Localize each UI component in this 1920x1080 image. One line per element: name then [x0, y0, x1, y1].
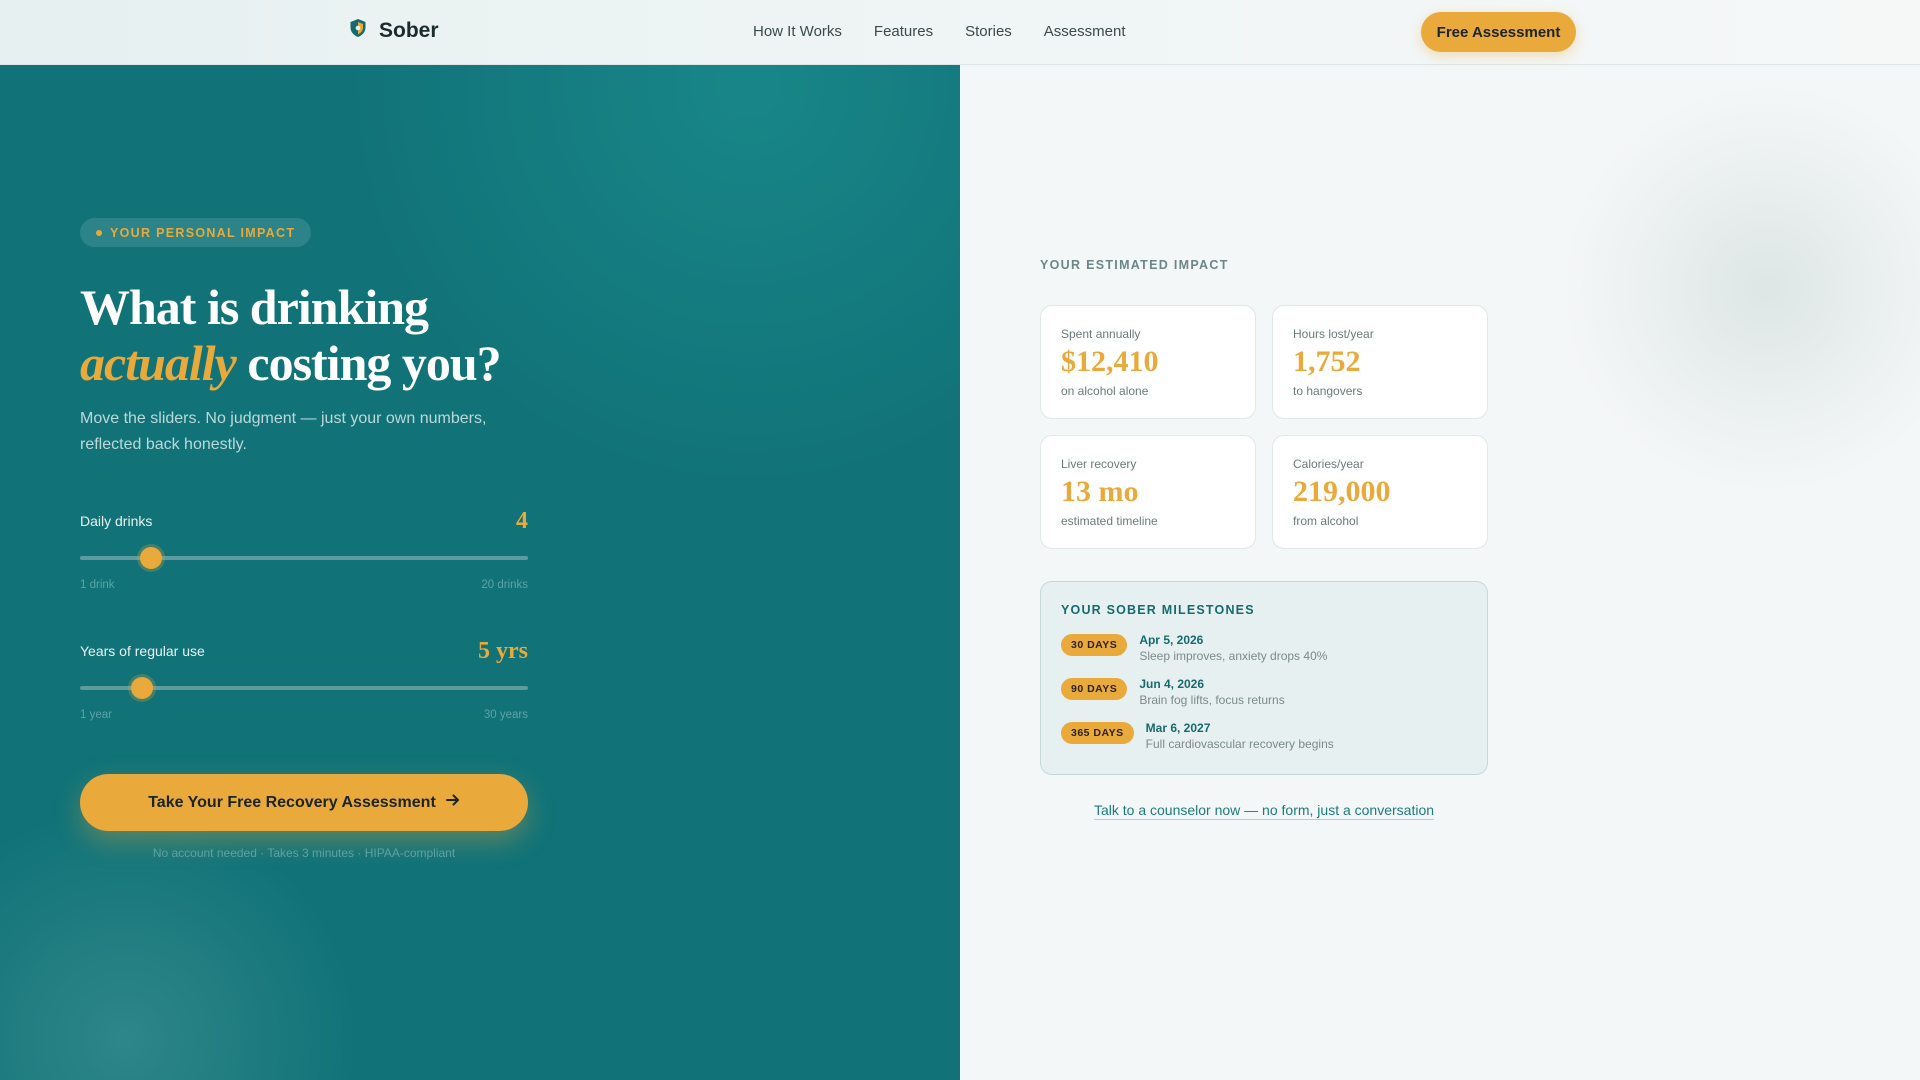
arrow-right-icon [445, 793, 460, 812]
free-assessment-button[interactable]: Free Assessment [1421, 12, 1576, 52]
stat-card-liver: Liver recovery 13 mo estimated timeline [1040, 435, 1256, 549]
stat-caption: on alcohol alone [1061, 384, 1149, 398]
stat-label: Liver recovery [1061, 457, 1137, 471]
milestone-date: Apr 5, 2026 [1139, 633, 1204, 647]
milestone-desc: Sleep improves, anxiety drops 40% [1139, 649, 1328, 663]
stat-value: 219,000 [1293, 475, 1391, 508]
stat-caption: from alcohol [1293, 514, 1359, 528]
headline-rest: costing you? [247, 335, 501, 391]
hero-panel: YOUR PERSONAL IMPACT What is drinking ac… [0, 65, 960, 1080]
milestone-date: Jun 4, 2026 [1139, 677, 1205, 691]
counselor-link-wrap: Talk to a counselor now — no form, just … [1040, 802, 1488, 820]
milestone-item: 365 DAYS Mar 6, 2027 Full cardiovascular… [1061, 720, 1334, 752]
stat-card-hours: Hours lost/year 1,752 to hangovers [1272, 305, 1488, 419]
slider-value: 4 [516, 508, 528, 534]
stat-label: Calories/year [1293, 457, 1364, 471]
nav-link-assessment[interactable]: Assessment [1044, 23, 1126, 40]
stat-card-spent: Spent annually $12,410 on alcohol alone [1040, 305, 1256, 419]
milestone-badge: 30 DAYS [1061, 634, 1128, 656]
slider-min-label: 1 drink [80, 579, 115, 591]
nav-link-stories[interactable]: Stories [965, 23, 1012, 40]
stat-label: Hours lost/year [1293, 327, 1374, 341]
brand-name: Sober [379, 18, 439, 42]
milestone-desc: Full cardiovascular recovery begins [1145, 737, 1334, 751]
impact-panel: YOUR ESTIMATED IMPACT Spent annually $12… [960, 65, 1920, 1080]
dot-icon [96, 229, 102, 236]
nav-link-how-it-works[interactable]: How It Works [753, 23, 842, 40]
page-title: What is drinking actually costing you? [80, 279, 502, 391]
stat-caption: estimated timeline [1061, 514, 1158, 528]
sober-milestones: YOUR SOBER MILESTONES 30 DAYS Apr 5, 202… [1040, 581, 1488, 775]
milestone-item: 30 DAYS Apr 5, 2026 Sleep improves, anxi… [1061, 632, 1327, 664]
milestone-desc: Brain fog lifts, focus returns [1139, 693, 1285, 707]
button-label: Take Your Free Recovery Assessment [148, 793, 436, 811]
slider-label: Daily drinks [80, 513, 153, 529]
slider-label: Years of regular use [80, 643, 205, 659]
milestones-heading: YOUR SOBER MILESTONES [1061, 603, 1255, 617]
slider-thumb[interactable] [130, 677, 153, 699]
stat-value: 1,752 [1293, 345, 1361, 378]
slider-min-label: 1 year [80, 709, 112, 721]
milestone-badge: 90 DAYS [1061, 678, 1128, 700]
nav-links: How It Works Features Stories Assessment [753, 23, 1126, 40]
stat-label: Spent annually [1061, 327, 1141, 341]
hero-subtitle: Move the sliders. No judgment — just you… [80, 410, 487, 453]
stat-value: 13 mo [1061, 475, 1139, 508]
cta-fineprint: No account needed · Takes 3 minutes · HI… [152, 846, 456, 860]
nav-link-features[interactable]: Features [874, 23, 933, 40]
badge-label: YOUR PERSONAL IMPACT [110, 225, 296, 240]
slider-thumb[interactable] [139, 547, 162, 569]
slider-max-label: 30 years [483, 709, 528, 721]
stat-card-calories: Calories/year 219,000 from alcohol [1272, 435, 1488, 549]
headline-line-1: What is drinking [80, 279, 429, 335]
brand[interactable]: Sober [349, 18, 439, 43]
take-assessment-button[interactable]: Take Your Free Recovery Assessment [80, 774, 528, 831]
top-nav: Sober How It Works Features Stories Asse… [0, 0, 1920, 65]
personal-impact-badge: YOUR PERSONAL IMPACT [80, 218, 312, 247]
headline-accent: actually [80, 335, 237, 391]
slider-value: 5 yrs [478, 638, 528, 664]
milestone-badge: 365 DAYS [1061, 722, 1134, 744]
impact-heading: YOUR ESTIMATED IMPACT [1040, 258, 1229, 272]
stat-value: $12,410 [1061, 345, 1159, 378]
stat-caption: to hangovers [1293, 384, 1363, 398]
slider-max-label: 20 drinks [481, 579, 528, 591]
talk-to-counselor-link[interactable]: Talk to a counselor now — no form, just … [1094, 802, 1434, 818]
shield-logo-icon [349, 18, 367, 43]
milestone-date: Mar 6, 2027 [1145, 721, 1211, 735]
milestone-item: 90 DAYS Jun 4, 2026 Brain fog lifts, foc… [1061, 676, 1285, 708]
